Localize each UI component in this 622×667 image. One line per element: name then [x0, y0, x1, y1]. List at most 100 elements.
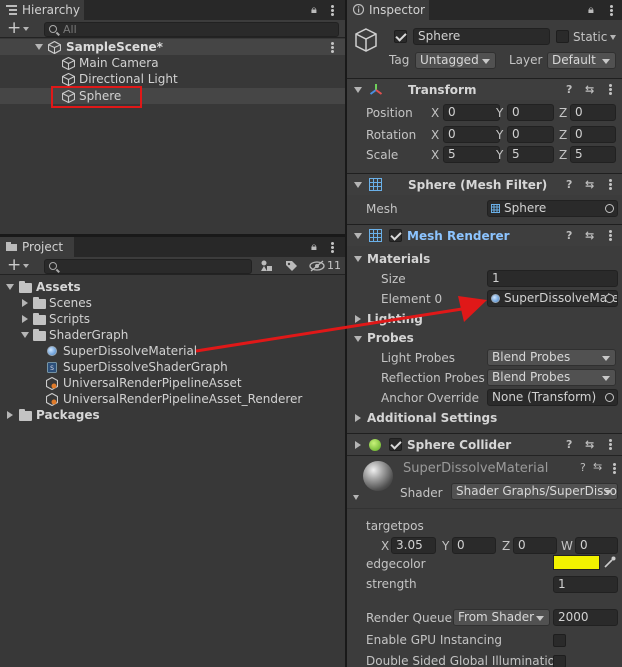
material-menu-icon[interactable]: [613, 463, 616, 474]
tree-item-scenes[interactable]: Scenes: [0, 295, 345, 311]
materials-expand-icon[interactable]: [354, 256, 362, 262]
mesh-object-field[interactable]: Sphere: [487, 200, 618, 217]
add-dropdown-icon[interactable]: [23, 27, 29, 31]
material-expand-icon[interactable]: [353, 495, 359, 500]
preset-icon[interactable]: ⇆: [585, 229, 594, 242]
transform-header[interactable]: Transform ? ⇆: [347, 78, 622, 100]
help-icon[interactable]: ?: [566, 83, 572, 96]
scale-z-field[interactable]: 5: [570, 146, 616, 163]
hierarchy-tab[interactable]: Hierarchy: [0, 0, 84, 20]
static-checkbox[interactable]: [556, 30, 569, 43]
hidden-packages-eye-icon[interactable]: [309, 260, 325, 272]
targetpos-w-field[interactable]: 0: [575, 537, 618, 554]
position-x-field[interactable]: 0: [443, 104, 500, 121]
rotation-z-field[interactable]: 0: [570, 126, 616, 143]
anchor-override-field[interactable]: None (Transform): [487, 389, 618, 406]
lock-icon[interactable]: 🔒︎: [311, 240, 317, 254]
preset-icon[interactable]: ⇆: [585, 438, 594, 451]
add-dropdown-icon[interactable]: [23, 264, 29, 268]
help-icon[interactable]: ?: [580, 461, 586, 474]
tree-item-packages[interactable]: Packages: [0, 407, 345, 423]
component-menu-icon[interactable]: [609, 179, 612, 190]
inspector-tab[interactable]: Inspector: [347, 0, 429, 20]
tree-item-shadergraph-asset[interactable]: S SuperDissolveShaderGraph: [0, 359, 345, 375]
preset-icon[interactable]: ⇆: [593, 460, 602, 473]
preset-icon[interactable]: ⇆: [585, 83, 594, 96]
hierarchy-menu-icon[interactable]: [331, 5, 334, 16]
preset-icon[interactable]: ⇆: [585, 178, 594, 191]
tree-item-shadergraph[interactable]: ShaderGraph: [0, 327, 345, 343]
add-icon[interactable]: +: [7, 18, 21, 38]
expand-icon[interactable]: [6, 284, 14, 290]
mesh-renderer-enabled-checkbox[interactable]: [389, 229, 402, 242]
static-dropdown-icon[interactable]: [610, 35, 616, 40]
hierarchy-item-main-camera[interactable]: Main Camera: [0, 55, 345, 71]
expand-scene-icon[interactable]: [35, 44, 43, 50]
tree-item-scripts[interactable]: Scripts: [0, 311, 345, 327]
position-z-field[interactable]: 0: [570, 104, 616, 121]
project-tab[interactable]: Project: [0, 237, 74, 257]
expand-icon[interactable]: [355, 441, 361, 449]
element0-material-field[interactable]: SuperDissolveMaterial: [487, 290, 618, 307]
materials-size-field[interactable]: 1: [487, 270, 618, 287]
targetpos-y-field[interactable]: 0: [452, 537, 496, 554]
expand-icon[interactable]: [7, 411, 13, 419]
tag-dropdown[interactable]: Untagged: [415, 52, 496, 69]
expand-icon[interactable]: [22, 299, 28, 307]
hierarchy-item-directional-light[interactable]: Directional Light: [0, 71, 345, 87]
lock-icon[interactable]: 🔒︎: [311, 3, 317, 17]
strength-field[interactable]: 1: [553, 576, 618, 593]
object-picker-icon[interactable]: [605, 294, 614, 303]
component-menu-icon[interactable]: [609, 230, 612, 241]
collapse-icon[interactable]: [354, 182, 362, 188]
mesh-filter-header[interactable]: Sphere (Mesh Filter) ? ⇆: [347, 173, 622, 195]
scale-y-field[interactable]: 5: [507, 146, 554, 163]
expand-icon[interactable]: [21, 332, 29, 338]
collapse-icon[interactable]: [354, 233, 362, 239]
scale-x-field[interactable]: 5: [443, 146, 500, 163]
object-name-field[interactable]: Sphere: [413, 28, 550, 45]
project-search-input[interactable]: [44, 259, 252, 274]
rotation-y-field[interactable]: 0: [507, 126, 554, 143]
render-queue-dropdown[interactable]: From Shader: [453, 609, 550, 626]
light-probes-dropdown[interactable]: Blend Probes: [487, 349, 616, 366]
help-icon[interactable]: ?: [566, 229, 572, 242]
active-checkbox[interactable]: [394, 30, 407, 43]
render-queue-value-field[interactable]: 2000: [553, 609, 618, 626]
search-by-type-icon[interactable]: [260, 260, 273, 272]
collapse-icon[interactable]: [354, 87, 362, 93]
position-y-field[interactable]: 0: [507, 104, 554, 121]
sphere-collider-header[interactable]: Sphere Collider ? ⇆: [347, 433, 622, 455]
rotation-x-field[interactable]: 0: [443, 126, 500, 143]
tree-item-urp-asset[interactable]: UniversalRenderPipelineAsset: [0, 375, 345, 391]
edgecolor-swatch[interactable]: [553, 555, 600, 570]
object-picker-icon[interactable]: [605, 204, 614, 213]
gpu-instancing-checkbox[interactable]: [553, 634, 566, 647]
eyedropper-icon[interactable]: [604, 556, 616, 568]
search-by-label-icon[interactable]: [285, 260, 298, 272]
object-picker-icon[interactable]: [605, 393, 614, 402]
targetpos-z-field[interactable]: 0: [513, 537, 557, 554]
probes-expand-icon[interactable]: [354, 336, 362, 342]
help-icon[interactable]: ?: [566, 438, 572, 451]
double-sided-gi-checkbox[interactable]: [553, 655, 566, 667]
lock-icon[interactable]: 🔒︎: [588, 3, 594, 17]
layer-dropdown[interactable]: Default: [547, 52, 616, 69]
expand-icon[interactable]: [22, 315, 28, 323]
project-menu-icon[interactable]: [331, 242, 334, 253]
component-menu-icon[interactable]: [609, 84, 612, 95]
targetpos-x-field[interactable]: 3.05: [391, 537, 436, 554]
scene-row[interactable]: SampleScene*: [0, 39, 345, 55]
help-icon[interactable]: ?: [566, 178, 572, 191]
shader-dropdown[interactable]: Shader Graphs/SuperDissolve: [451, 483, 618, 500]
hierarchy-search-input[interactable]: All: [44, 22, 339, 37]
tree-item-material[interactable]: SuperDissolveMaterial: [0, 343, 345, 359]
mesh-renderer-header[interactable]: Mesh Renderer ? ⇆: [347, 224, 622, 246]
inspector-menu-icon[interactable]: [610, 5, 613, 16]
reflection-probes-dropdown[interactable]: Blend Probes: [487, 369, 616, 386]
tree-item-urp-renderer[interactable]: UniversalRenderPipelineAsset_Renderer: [0, 391, 345, 407]
component-menu-icon[interactable]: [609, 439, 612, 450]
add-icon[interactable]: +: [7, 255, 21, 275]
additional-settings-expand-icon[interactable]: [355, 414, 361, 422]
sphere-collider-enabled-checkbox[interactable]: [389, 438, 402, 451]
